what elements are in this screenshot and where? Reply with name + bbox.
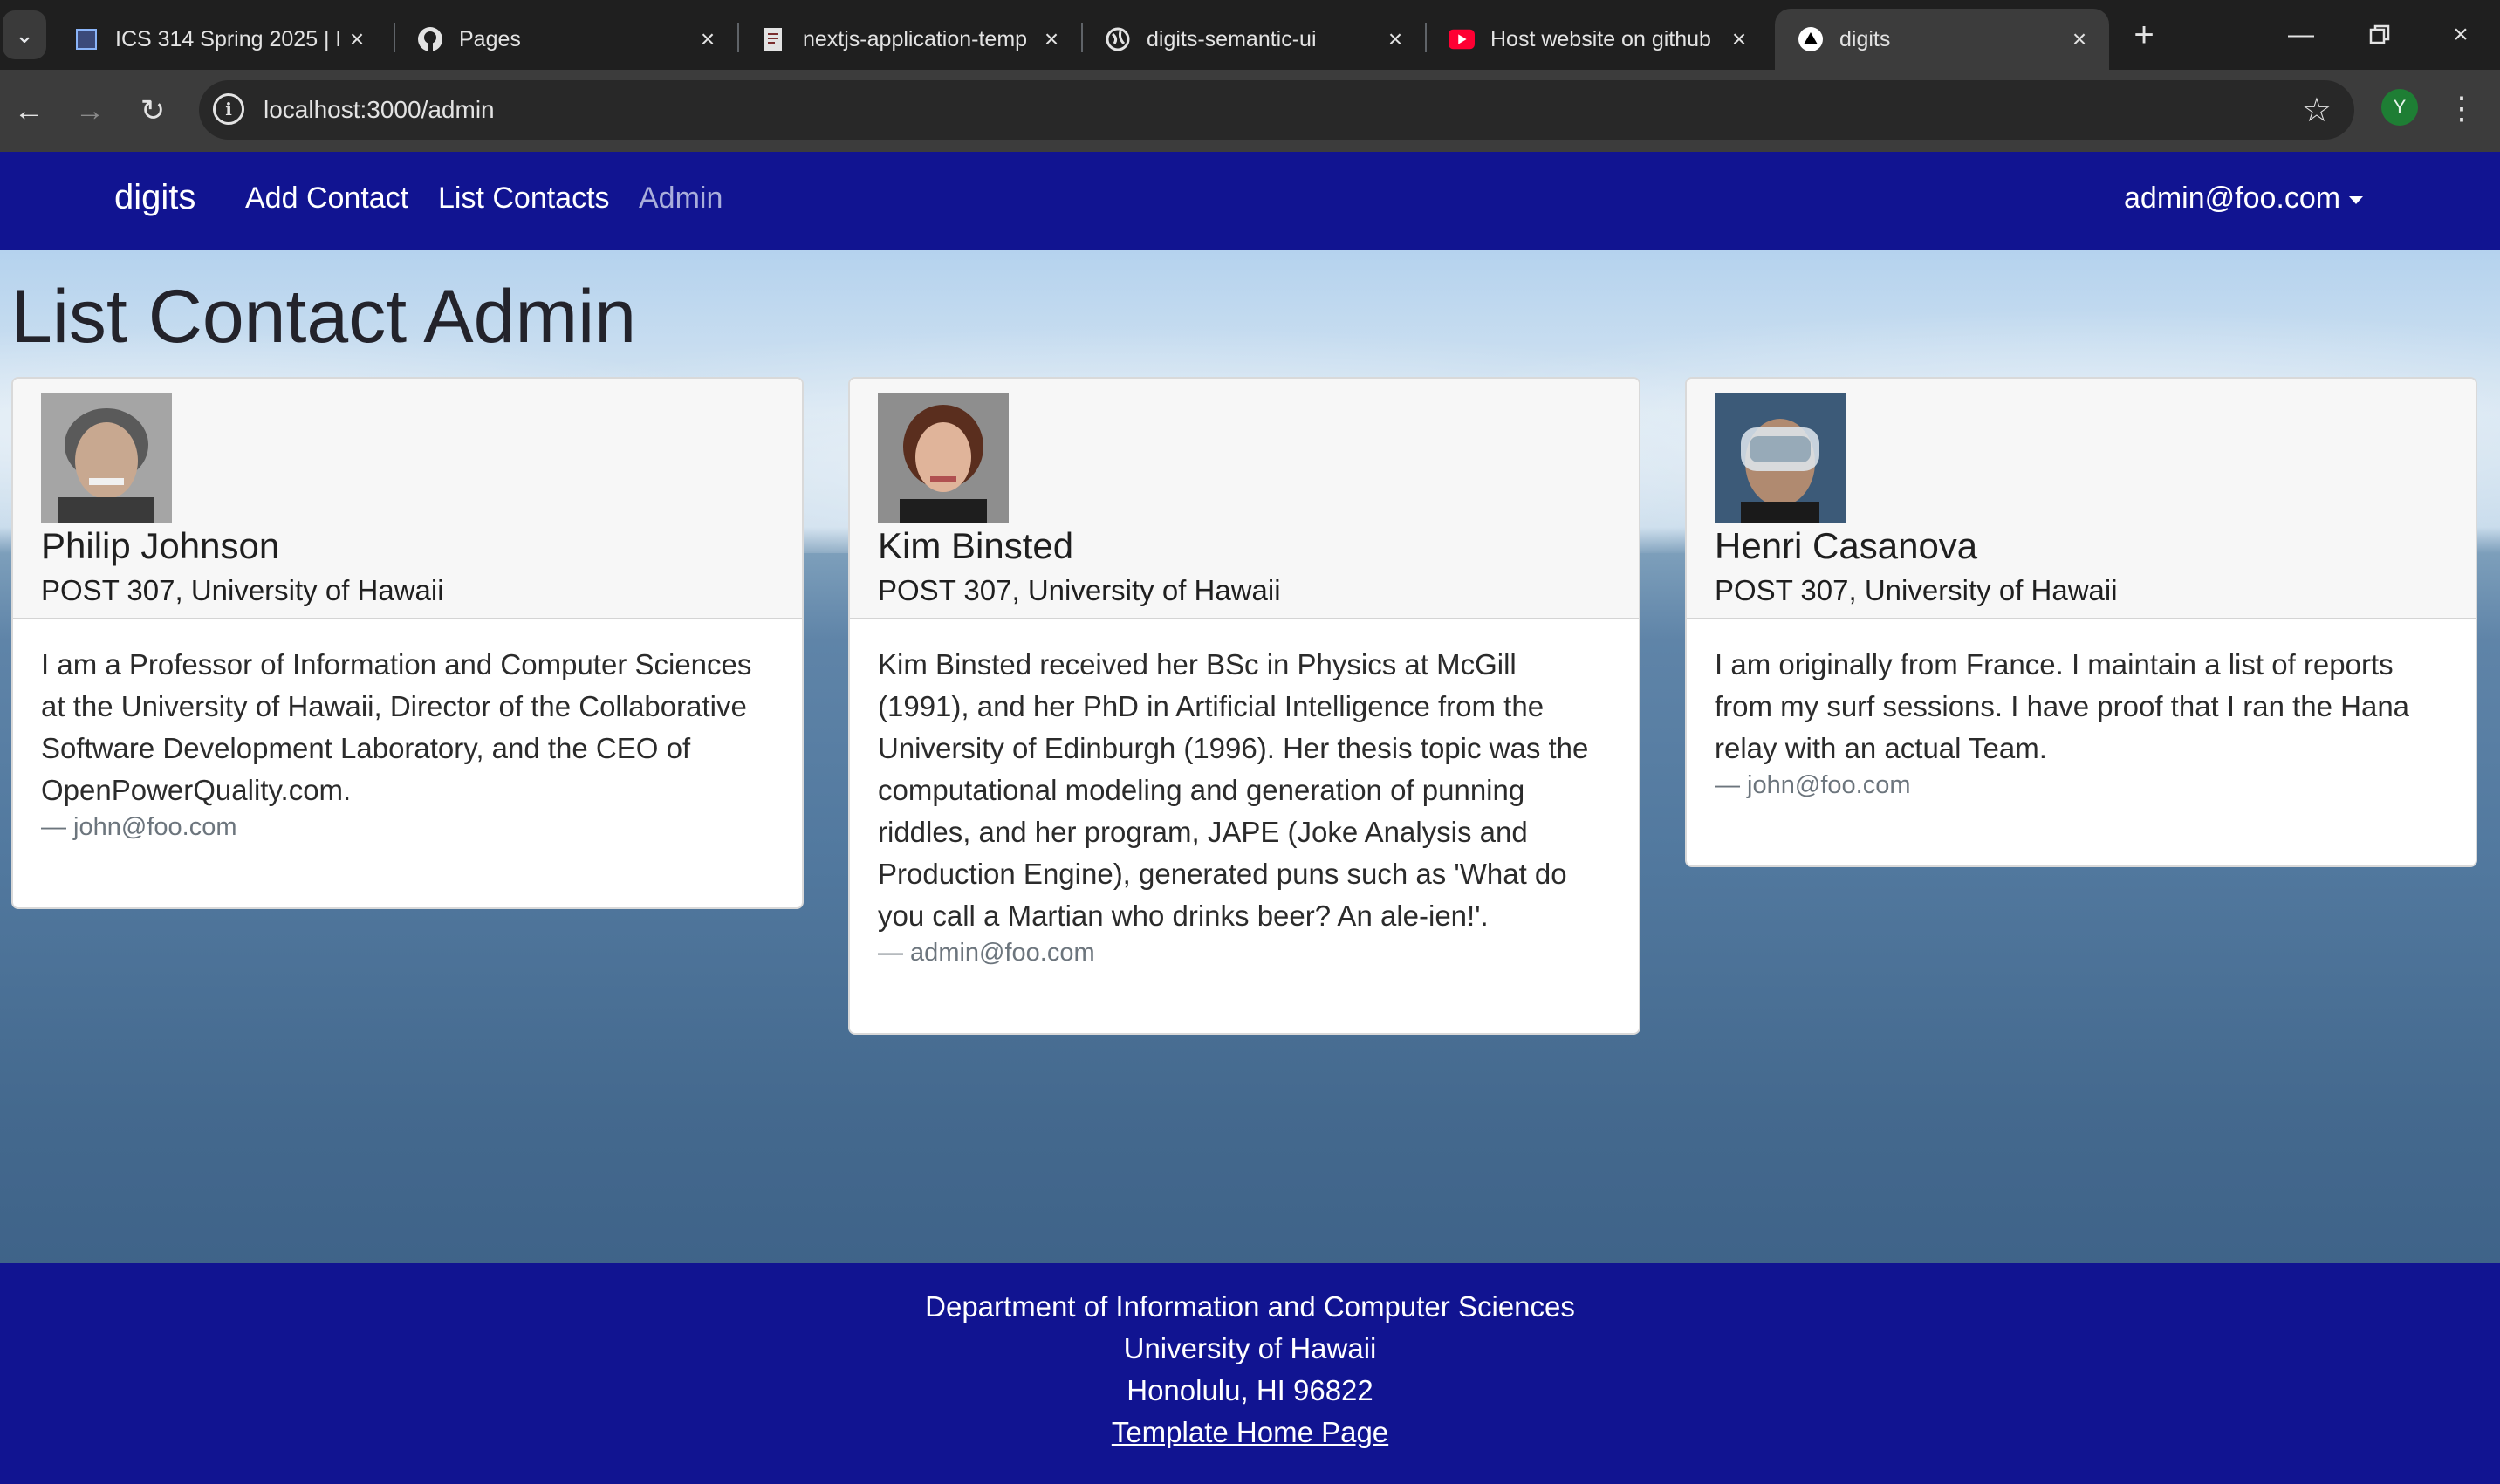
contact-photo	[1715, 393, 1846, 523]
footer-university: University of Hawaii	[1123, 1332, 1377, 1364]
globe-icon	[1105, 26, 1131, 52]
site-info-icon[interactable]: i	[213, 93, 244, 125]
contact-description: I am originally from France. I maintain …	[1715, 648, 2410, 764]
page-footer: Department of Information and Computer S…	[0, 1263, 2500, 1484]
contact-name: Philip Johnson	[41, 525, 280, 566]
restore-icon[interactable]	[2340, 0, 2419, 70]
close-icon[interactable]: ×	[1034, 25, 1069, 53]
tab-title: digits	[1839, 26, 1891, 51]
close-icon[interactable]: ×	[1722, 25, 1757, 53]
profile-avatar[interactable]: Y	[2381, 89, 2418, 126]
card-header: Philip Johnson POST 307, University of H…	[13, 379, 802, 619]
card-body: I am originally from France. I maintain …	[1687, 619, 2476, 852]
back-arrow-icon[interactable]: ←	[7, 89, 51, 133]
close-icon[interactable]: ×	[690, 25, 725, 53]
document-icon	[761, 26, 787, 52]
contact-name: Kim Binsted	[878, 525, 1074, 566]
tab-title: nextjs-application-temp	[803, 26, 1028, 51]
browser-tab-nextjs-template[interactable]: nextjs-application-temp ×	[738, 9, 1081, 70]
contact-name: Henri Casanova	[1715, 525, 1978, 566]
vercel-icon	[1798, 26, 1824, 52]
card-header: Henri Casanova POST 307, University of H…	[1687, 379, 2476, 619]
contact-address: POST 307, University of Hawaii	[41, 574, 444, 606]
contact-owner: — admin@foo.com	[878, 939, 1095, 967]
tab-title: digits-semantic-ui	[1147, 26, 1317, 51]
template-home-link[interactable]: Template Home Page	[1112, 1416, 1388, 1448]
browser-toolbar: ← → ↻ i localhost:3000/admin ☆	[0, 70, 2500, 152]
tab-search-chevron-icon[interactable]: ⌄	[3, 10, 46, 59]
web-page: digits Add Contact List Contacts Admin a…	[0, 152, 2500, 1484]
contact-address: POST 307, University of Hawaii	[878, 574, 1281, 606]
footer-department: Department of Information and Computer S…	[925, 1290, 1575, 1323]
nav-admin[interactable]: Admin	[639, 181, 723, 215]
browser-tab-digits[interactable]: digits ×	[1775, 9, 2109, 70]
page-icon	[73, 26, 99, 52]
forward-arrow-icon[interactable]: →	[68, 89, 112, 133]
reload-icon[interactable]: ↻	[131, 89, 175, 133]
window-close-icon[interactable]: ×	[2421, 0, 2500, 70]
browser-tab-host-website[interactable]: Host website on github ×	[1426, 9, 1769, 70]
page-title: List Contact Admin	[10, 275, 637, 359]
nav-list-contacts[interactable]: List Contacts	[438, 181, 610, 215]
minimize-icon[interactable]: —	[2262, 0, 2340, 70]
new-tab-plus-icon[interactable]: +	[2125, 16, 2163, 54]
address-bar-url: localhost:3000/admin	[264, 96, 495, 123]
contact-address: POST 307, University of Hawaii	[1715, 574, 2118, 606]
contact-card: Henri Casanova POST 307, University of H…	[1685, 377, 2477, 867]
contact-card: Philip Johnson POST 307, University of H…	[11, 377, 804, 909]
user-dropdown[interactable]: admin@foo.com	[2124, 181, 2364, 215]
browser-tab-strip: ⌄ ICS 314 Spring 2025 | ESI × Pages × ne…	[0, 0, 2500, 70]
bookmark-star-icon[interactable]: ☆	[2302, 91, 2332, 130]
user-email: admin@foo.com	[2124, 181, 2341, 215]
caret-down-icon	[2349, 195, 2364, 204]
tab-title: Pages	[459, 26, 521, 51]
contact-owner: — john@foo.com	[41, 813, 237, 841]
browser-tab-digits-semantic-ui[interactable]: digits-semantic-ui ×	[1082, 9, 1425, 70]
brand-link[interactable]: digits	[114, 178, 195, 217]
card-body: Kim Binsted received her BSc in Physics …	[850, 619, 1639, 1020]
youtube-icon	[1449, 26, 1475, 52]
card-body: I am a Professor of Information and Comp…	[13, 619, 802, 894]
top-navbar: digits Add Contact List Contacts Admin a…	[0, 152, 2500, 250]
address-bar[interactable]: i localhost:3000/admin ☆	[199, 80, 2354, 140]
github-icon	[417, 26, 443, 52]
browser-tab-pages[interactable]: Pages ×	[394, 9, 737, 70]
tab-title: Host website on github	[1490, 26, 1711, 51]
contact-photo	[41, 393, 172, 523]
card-header: Kim Binsted POST 307, University of Hawa…	[850, 379, 1639, 619]
close-icon[interactable]: ×	[2062, 25, 2097, 53]
browser-tab-ics314[interactable]: ICS 314 Spring 2025 | ESI ×	[51, 9, 387, 70]
close-icon[interactable]: ×	[1378, 25, 1413, 53]
close-icon[interactable]: ×	[339, 25, 374, 53]
contact-description: Kim Binsted received her BSc in Physics …	[878, 648, 1589, 932]
nav-add-contact[interactable]: Add Contact	[245, 181, 408, 215]
contact-owner: — john@foo.com	[1715, 771, 1911, 799]
browser-menu-icon[interactable]: ⋮	[2446, 84, 2477, 133]
tab-title: ICS 314 Spring 2025 | ESI	[115, 26, 339, 51]
contact-description: I am a Professor of Information and Comp…	[41, 648, 752, 806]
contact-card: Kim Binsted POST 307, University of Hawa…	[848, 377, 1640, 1035]
footer-address: Honolulu, HI 96822	[1127, 1374, 1373, 1406]
contact-photo	[878, 393, 1009, 523]
